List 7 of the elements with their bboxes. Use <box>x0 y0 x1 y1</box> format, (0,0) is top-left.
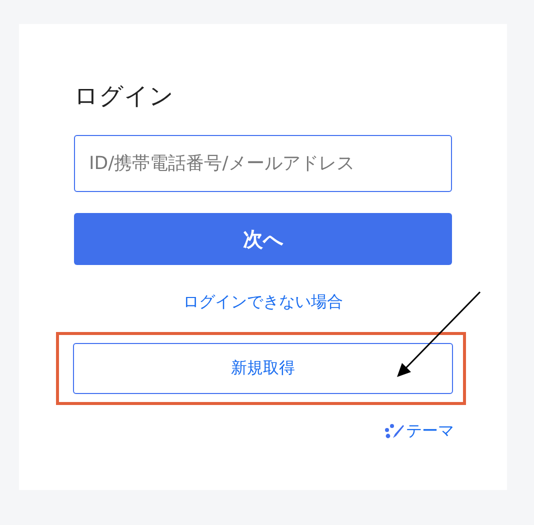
theme-link[interactable]: テーマ <box>406 421 454 442</box>
brush-icon <box>384 422 406 440</box>
register-button[interactable]: 新規取得 <box>73 343 453 394</box>
id-input-field[interactable]: ID/携帯電話番号/メールアドレス <box>74 135 452 192</box>
next-button[interactable]: 次へ <box>74 213 452 265</box>
help-link[interactable]: ログインできない場合 <box>183 292 343 313</box>
login-title: ログイン <box>74 81 175 112</box>
